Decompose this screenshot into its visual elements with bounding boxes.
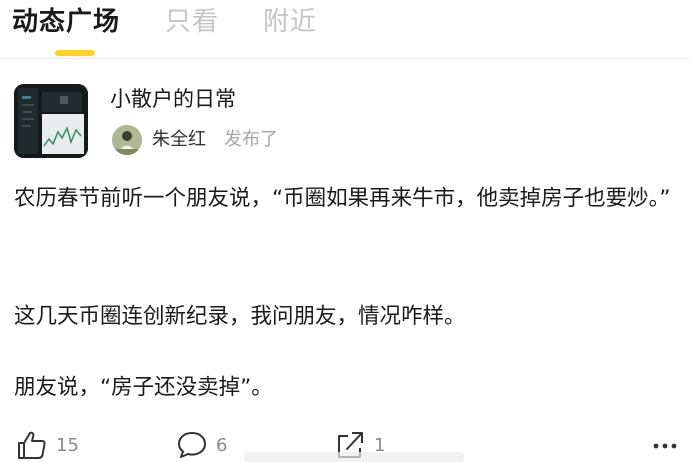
like-count: 15 xyxy=(56,435,79,456)
more-icon xyxy=(653,443,677,449)
more-button[interactable] xyxy=(650,428,684,462)
author-name[interactable]: 朱全红 xyxy=(152,127,206,153)
watermark xyxy=(244,452,464,462)
avatar-icon xyxy=(112,125,142,155)
author-avatar[interactable] xyxy=(112,125,142,155)
comment-button[interactable]: 6 xyxy=(176,428,246,462)
tab-dynamic-square[interactable]: 动态广场 xyxy=(12,4,120,40)
tab-only-view[interactable]: 只看 xyxy=(165,4,219,40)
tab-nearby[interactable]: 附近 xyxy=(263,4,317,40)
post-paragraph: 农历春节前听一个朋友说，“币圈如果再来牛市，他卖掉房子也要炒。” xyxy=(14,186,671,211)
thumbs-up-icon xyxy=(18,431,46,459)
header-divider xyxy=(0,58,690,59)
active-tab-indicator xyxy=(55,50,95,56)
post-action-text: 发布了 xyxy=(224,129,278,150)
post-paragraph: 朋友说，“房子还没卖掉”。 xyxy=(14,375,273,400)
group-name[interactable]: 小散户的日常 xyxy=(110,84,236,114)
group-thumbnail[interactable] xyxy=(14,84,88,158)
comment-count: 6 xyxy=(216,435,228,456)
top-tab-bar: 动态广场 只看 附近 xyxy=(0,0,690,58)
like-button[interactable]: 15 xyxy=(16,428,96,462)
post-paragraph: 这几天币圈连创新纪录，我问朋友，情况咋样。 xyxy=(14,304,466,329)
comment-bubble-icon xyxy=(178,432,206,458)
stock-chart-thumbnail xyxy=(14,84,88,158)
